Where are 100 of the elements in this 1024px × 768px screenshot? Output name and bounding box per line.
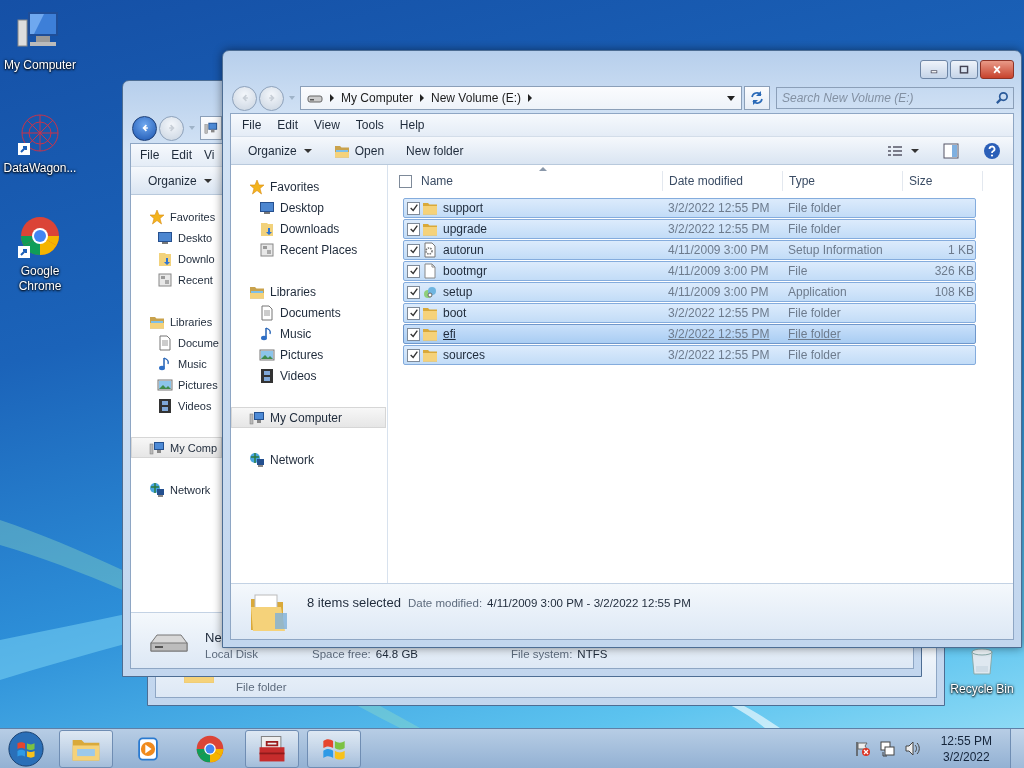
checkbox[interactable]	[407, 243, 420, 257]
size-cell-text: 1 KB	[947, 243, 974, 257]
nav-item[interactable]: Downloads	[231, 218, 386, 239]
address-bar[interactable]	[200, 116, 222, 140]
checkbox[interactable]	[407, 201, 420, 215]
picture-icon	[157, 376, 173, 393]
file-row[interactable]: autorun 4/11/2009 3:00 PM Setup Information 1 KB	[403, 240, 976, 260]
computer-icon	[149, 439, 165, 456]
network-icon	[249, 451, 265, 468]
new-folder-button[interactable]: New folder	[398, 140, 472, 161]
search-field[interactable]: Search New Volume (E:)	[776, 87, 1014, 109]
nav-item[interactable]: Favorites	[231, 176, 386, 197]
close-icon	[991, 64, 1003, 75]
file-row[interactable]: sources 3/2/2022 12:55 PM File folder	[403, 345, 976, 365]
file-row[interactable]: bootmgr 4/11/2009 3:00 PM File 326 KB	[403, 261, 976, 281]
date-cell-text: 3/2/2022 12:55 PM	[668, 201, 771, 215]
nav-item[interactable]: Music	[231, 323, 386, 344]
download-folder-icon	[157, 250, 173, 267]
checkbox[interactable]	[407, 306, 420, 320]
start-button[interactable]	[5, 728, 47, 768]
nav-item[interactable]: Pictures	[231, 344, 386, 365]
nav-item[interactable]: Deskto	[131, 227, 222, 248]
type-cell-text: File folder	[788, 201, 842, 215]
checkbox[interactable]	[407, 348, 420, 362]
organize-button[interactable]: Organize	[240, 140, 320, 161]
star-icon	[249, 178, 265, 195]
checkmark-icon	[408, 203, 419, 213]
file-row[interactable]: support 3/2/2022 12:55 PM File folder	[403, 198, 976, 218]
maximize-button[interactable]	[950, 60, 978, 79]
nav-item[interactable]: Recent	[131, 269, 222, 290]
close-button[interactable]	[980, 60, 1014, 79]
breadcrumb[interactable]: My Computer	[341, 91, 414, 105]
nav-item[interactable]: Videos	[131, 395, 222, 416]
taskbar-button[interactable]	[245, 729, 299, 768]
menu-item[interactable]: Vi	[198, 147, 215, 163]
download-folder-icon	[259, 220, 275, 237]
recent-places-icon	[259, 241, 275, 258]
chevron-icon	[527, 94, 534, 102]
chevron-icon	[329, 94, 335, 102]
desktop-icon-label[interactable]: My Computer	[1, 58, 79, 73]
nav-item[interactable]: Videos	[231, 365, 386, 386]
checkmark-icon	[408, 308, 419, 318]
menu-item[interactable]: Help	[391, 117, 433, 133]
file-row[interactable]: setup 4/11/2009 3:00 PM Application 108 KB	[403, 282, 976, 302]
sort-arrow-icon	[538, 167, 547, 171]
checkmark-icon	[408, 224, 419, 234]
date-cell-text: 3/2/2022 12:55 PM	[668, 348, 771, 362]
menu-item[interactable]: File	[134, 147, 166, 163]
checkbox[interactable]	[407, 285, 420, 299]
type-cell-text: File folder	[788, 306, 842, 320]
show-desktop-button[interactable]	[1010, 728, 1024, 768]
nav-item[interactable]: Pictures	[131, 374, 222, 395]
nav-item[interactable]: My Comp	[131, 437, 222, 458]
document-icon	[157, 334, 173, 351]
desktop-icon-label[interactable]: Google Chrome	[1, 264, 79, 294]
address-bar[interactable]: My Computer New Volume (E:)	[300, 86, 742, 110]
nav-item[interactable]: Downlo	[131, 248, 222, 269]
nav-item[interactable]: My Computer	[231, 407, 386, 428]
column-header[interactable]: Type	[783, 171, 903, 191]
network-icon	[149, 481, 165, 498]
checkbox[interactable]	[407, 327, 420, 341]
file-row[interactable]: upgrade 3/2/2022 12:55 PM File folder	[403, 219, 976, 239]
nav-item[interactable]: Network	[231, 449, 386, 470]
select-all-checkbox[interactable]	[399, 174, 412, 188]
menu-item[interactable]: Edit	[269, 117, 307, 133]
nav-item[interactable]: Recent Places	[231, 239, 386, 260]
checkmark-icon	[408, 329, 419, 339]
nav-item[interactable]: Libraries	[231, 281, 386, 302]
nav-item[interactable]: Favorites	[131, 206, 222, 227]
file-row[interactable]: boot 3/2/2022 12:55 PM File folder	[403, 303, 976, 323]
type-cell-text: Setup Information	[788, 243, 884, 257]
organize-button[interactable]: Organize	[140, 170, 220, 191]
refresh-button[interactable]	[744, 86, 770, 110]
clock[interactable]: 12:55 PM 3/2/2022	[934, 732, 998, 765]
breadcrumb[interactable]: New Volume (E:)	[431, 91, 522, 105]
column-header[interactable]: Name	[415, 171, 663, 191]
nav-item[interactable]: Network	[131, 479, 222, 500]
file-row[interactable]: efi 3/2/2022 12:55 PM File folder	[403, 324, 976, 344]
nav-item[interactable]: Documents	[231, 302, 386, 323]
checkmark-icon	[408, 245, 419, 255]
field-value: 64.8 GB	[375, 647, 419, 660]
checkmark-icon	[408, 287, 419, 297]
column-header[interactable]: Size	[903, 171, 983, 191]
menu-item[interactable]: View	[306, 117, 348, 133]
back-button[interactable]	[132, 115, 157, 141]
desktop-icon-label[interactable]: DataWagon...	[1, 161, 79, 176]
nav-item[interactable]: Desktop	[231, 197, 386, 218]
taskbar-button[interactable]	[307, 729, 361, 768]
nav-item[interactable]: Music	[131, 353, 222, 374]
size-cell-text: 108 KB	[933, 285, 974, 299]
menu-item[interactable]: Edit	[165, 147, 199, 163]
open-button[interactable]: Open	[325, 139, 393, 162]
nav-item[interactable]: Docume	[131, 332, 222, 353]
nav-item[interactable]: Libraries	[131, 311, 222, 332]
drive-name: Ne	[205, 629, 223, 645]
checkbox[interactable]	[407, 222, 420, 236]
checkbox[interactable]	[407, 264, 420, 278]
column-header[interactable]: Date modified	[663, 171, 783, 191]
menu-item[interactable]: File	[234, 117, 270, 133]
menu-item[interactable]: Tools	[347, 117, 392, 133]
